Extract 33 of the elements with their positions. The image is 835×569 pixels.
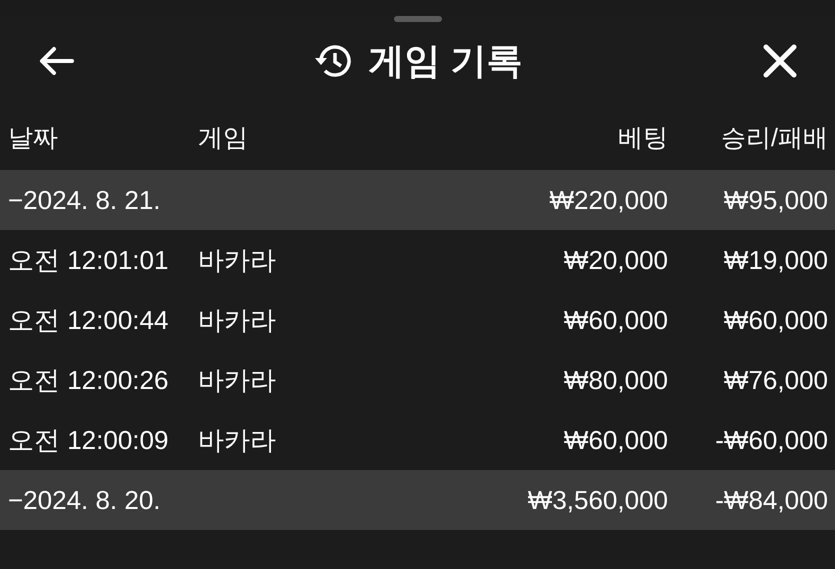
column-header: 승리/패배 [720, 123, 828, 154]
column-header: 날짜 [8, 123, 59, 154]
win-loss-amount: ₩60,000 [722, 304, 828, 336]
group-date: −2024. 8. 21. [8, 184, 162, 216]
win-loss-amount: ₩76,000 [722, 364, 828, 396]
drag-handle[interactable] [394, 16, 442, 22]
close-icon[interactable] [762, 44, 797, 78]
bet-amount: ₩60,000 [562, 304, 668, 336]
date-group-row[interactable]: −2024. 8. 21. ₩220,000 ₩95,000 [0, 170, 835, 230]
game-name: 바카라 [198, 304, 277, 336]
round-time: 오전 12:00:26 [8, 364, 170, 396]
sheet-title: 게임 기록 [368, 39, 522, 83]
date-group-row[interactable]: −2024. 8. 20. ₩3,560,000 -₩84,000 [0, 470, 835, 530]
bet-amount: ₩60,000 [562, 424, 668, 456]
total-bet: ₩3,560,000 [526, 484, 668, 516]
win-loss-amount: -₩60,000 [714, 424, 828, 456]
total-bet: ₩220,000 [548, 184, 668, 216]
bet-amount: ₩80,000 [562, 364, 668, 396]
total-result: ₩95,000 [722, 184, 828, 216]
column-header: 게임 [198, 123, 249, 154]
column-header: 베팅 [617, 123, 668, 154]
round-time: 오전 12:00:09 [8, 424, 170, 456]
back-arrow-icon[interactable] [38, 46, 74, 76]
game-name: 바카라 [198, 364, 277, 396]
bet-amount: ₩20,000 [562, 244, 668, 276]
round-time: 오전 12:00:44 [8, 304, 170, 336]
history-icon [314, 43, 352, 79]
game-name: 바카라 [198, 244, 277, 276]
win-loss-amount: ₩19,000 [722, 244, 828, 276]
game-name: 바카라 [198, 424, 277, 456]
round-time: 오전 12:01:01 [8, 244, 170, 276]
total-result: -₩84,000 [714, 484, 828, 516]
group-date: −2024. 8. 20. [8, 484, 162, 516]
